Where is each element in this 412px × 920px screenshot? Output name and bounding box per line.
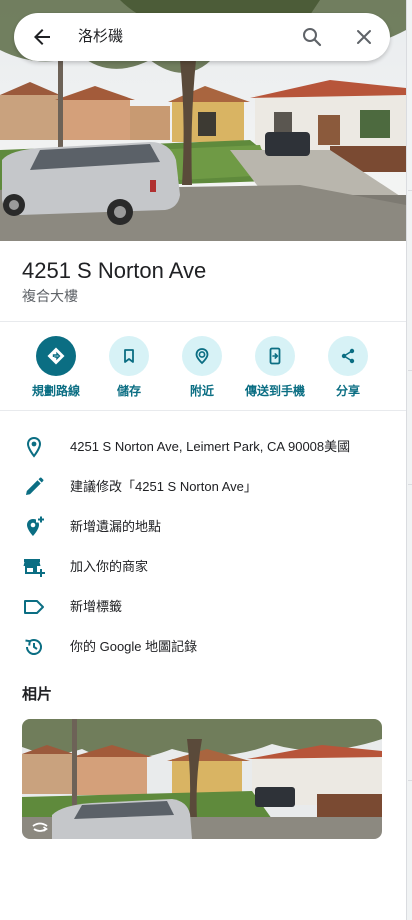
- address-row[interactable]: 4251 S Norton Ave, Leimert Park, CA 9000…: [0, 432, 406, 462]
- add-business-icon: [23, 559, 45, 577]
- search-box[interactable]: 洛杉磯: [14, 13, 390, 61]
- maps-history-text: 你的 Google 地圖記錄: [70, 639, 198, 654]
- history-icon: [25, 639, 42, 655]
- directions-button[interactable]: 規劃路線: [18, 334, 94, 398]
- label-icon: [24, 600, 44, 614]
- save-button[interactable]: 儲存: [91, 334, 167, 398]
- add-place-icon: [27, 516, 44, 536]
- nearby-icon: [195, 348, 209, 365]
- photos-heading: 相片: [22, 686, 53, 703]
- action-bar: 規劃路線 儲存 附近 傳送到手機 分享: [0, 334, 406, 402]
- address-text: 4251 S Norton Ave, Leimert Park, CA 9000…: [70, 439, 351, 454]
- close-icon[interactable]: [352, 25, 376, 49]
- add-label-text: 新增標籤: [70, 599, 123, 614]
- suggest-edit-row[interactable]: 建議修改「4251 S Norton Ave」: [0, 472, 406, 502]
- save-label: 儲存: [116, 384, 141, 398]
- edit-pencil-icon: [26, 477, 44, 495]
- place-panel: 洛杉磯 4251 S Norton Ave 複合大樓 規劃路線 儲存 附近 傳送…: [0, 0, 406, 920]
- send-to-phone-icon: [269, 347, 281, 365]
- nearby-label: 附近: [189, 384, 214, 398]
- suggest-edit-text: 建議修改「4251 S Norton Ave」: [70, 479, 257, 494]
- panorama-icon: [32, 822, 48, 832]
- directions-icon: [47, 347, 65, 365]
- share-label: 分享: [335, 384, 360, 398]
- directions-label: 規劃路線: [31, 384, 80, 398]
- place-category: 複合大樓: [22, 288, 78, 304]
- add-place-text: 新增遺漏的地點: [70, 519, 162, 534]
- map-edge: [406, 0, 412, 920]
- share-button[interactable]: 分享: [310, 334, 386, 398]
- send-to-phone-button[interactable]: 傳送到手機: [237, 334, 313, 398]
- search-icon[interactable]: [300, 25, 324, 49]
- nearby-button[interactable]: 附近: [164, 334, 240, 398]
- divider: [0, 410, 406, 411]
- share-icon: [341, 348, 355, 364]
- add-business-row[interactable]: 加入你的商家: [0, 552, 406, 582]
- search-query[interactable]: 洛杉磯: [78, 27, 123, 47]
- photo-thumbnail[interactable]: [22, 719, 382, 839]
- bookmark-icon: [124, 349, 134, 363]
- location-pin-icon: [26, 436, 42, 458]
- add-label-row[interactable]: 新增標籤: [0, 592, 406, 622]
- back-arrow-icon[interactable]: [30, 25, 54, 49]
- send-to-phone-label: 傳送到手機: [244, 384, 305, 398]
- maps-history-row[interactable]: 你的 Google 地圖記錄: [0, 632, 406, 662]
- add-business-text: 加入你的商家: [70, 559, 149, 574]
- place-title: 4251 S Norton Ave: [22, 258, 207, 283]
- divider: [0, 321, 406, 322]
- add-place-row[interactable]: 新增遺漏的地點: [0, 512, 406, 542]
